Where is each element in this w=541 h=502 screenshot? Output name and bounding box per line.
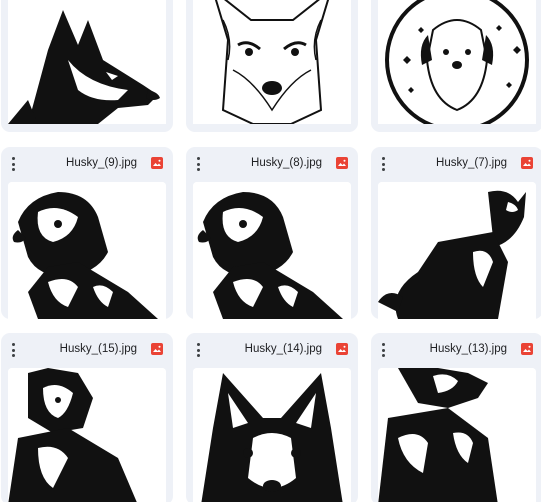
file-thumbnail[interactable] xyxy=(193,368,351,502)
file-card-header: Husky_(7).jpg xyxy=(371,147,541,179)
file-card[interactable]: Husky_(9).jpg xyxy=(1,147,173,319)
file-card-header: Husky_(13).jpg xyxy=(371,333,541,365)
husky-puppy-front-image xyxy=(8,368,166,502)
more-options-icon[interactable] xyxy=(379,157,387,171)
file-card[interactable]: Husky_(7).jpg xyxy=(371,147,541,319)
husky-puppy-back-image xyxy=(378,182,536,319)
image-file-icon xyxy=(521,343,533,355)
image-file-icon xyxy=(151,157,163,169)
file-card[interactable]: Husky_(15).jpg xyxy=(1,333,173,502)
file-name: Husky_(8).jpg xyxy=(251,157,322,169)
file-thumbnail[interactable] xyxy=(378,0,536,124)
file-name: Husky_(14).jpg xyxy=(244,343,322,355)
husky-puppy-sitting-image xyxy=(193,182,351,319)
file-card-header: Husky_(14).jpg xyxy=(186,333,358,365)
dog-hearts-circle-image xyxy=(378,0,536,124)
file-card[interactable] xyxy=(371,0,541,132)
more-options-icon[interactable] xyxy=(194,157,202,171)
more-options-icon[interactable] xyxy=(194,343,202,357)
more-options-icon[interactable] xyxy=(379,343,387,357)
husky-puppy-sitting-image xyxy=(8,182,166,319)
image-file-icon xyxy=(336,157,348,169)
file-card-header: Husky_(15).jpg xyxy=(1,333,173,365)
wolf-face-image xyxy=(193,0,351,124)
more-options-icon[interactable] xyxy=(9,343,17,357)
image-file-icon xyxy=(151,343,163,355)
file-card[interactable]: Husky_(13).jpg xyxy=(371,333,541,502)
file-card[interactable]: Husky_(14).jpg xyxy=(186,333,358,502)
file-grid: Husky_(9).jpg Husky_(8).jpg Husky_(7).jp… xyxy=(0,0,541,502)
file-thumbnail[interactable] xyxy=(8,0,166,124)
file-card-header: Husky_(8).jpg xyxy=(186,147,358,179)
file-card-header: Husky_(9).jpg xyxy=(1,147,173,179)
file-thumbnail[interactable] xyxy=(378,182,536,319)
file-card[interactable]: Husky_(8).jpg xyxy=(186,147,358,319)
file-name: Husky_(15).jpg xyxy=(59,343,137,355)
file-name: Husky_(7).jpg xyxy=(436,157,507,169)
image-file-icon xyxy=(521,157,533,169)
file-thumbnail[interactable] xyxy=(378,368,536,502)
file-thumbnail[interactable] xyxy=(8,182,166,319)
file-card[interactable] xyxy=(1,0,173,132)
husky-head-front-image xyxy=(193,368,351,502)
husky-head-side-image xyxy=(8,0,166,124)
more-options-icon[interactable] xyxy=(9,157,17,171)
husky-puppy-looking-up-image xyxy=(378,368,536,502)
file-name: Husky_(13).jpg xyxy=(429,343,507,355)
file-name: Husky_(9).jpg xyxy=(66,157,137,169)
file-thumbnail[interactable] xyxy=(193,0,351,124)
file-thumbnail[interactable] xyxy=(8,368,166,502)
file-card[interactable] xyxy=(186,0,358,132)
image-file-icon xyxy=(336,343,348,355)
file-thumbnail[interactable] xyxy=(193,182,351,319)
